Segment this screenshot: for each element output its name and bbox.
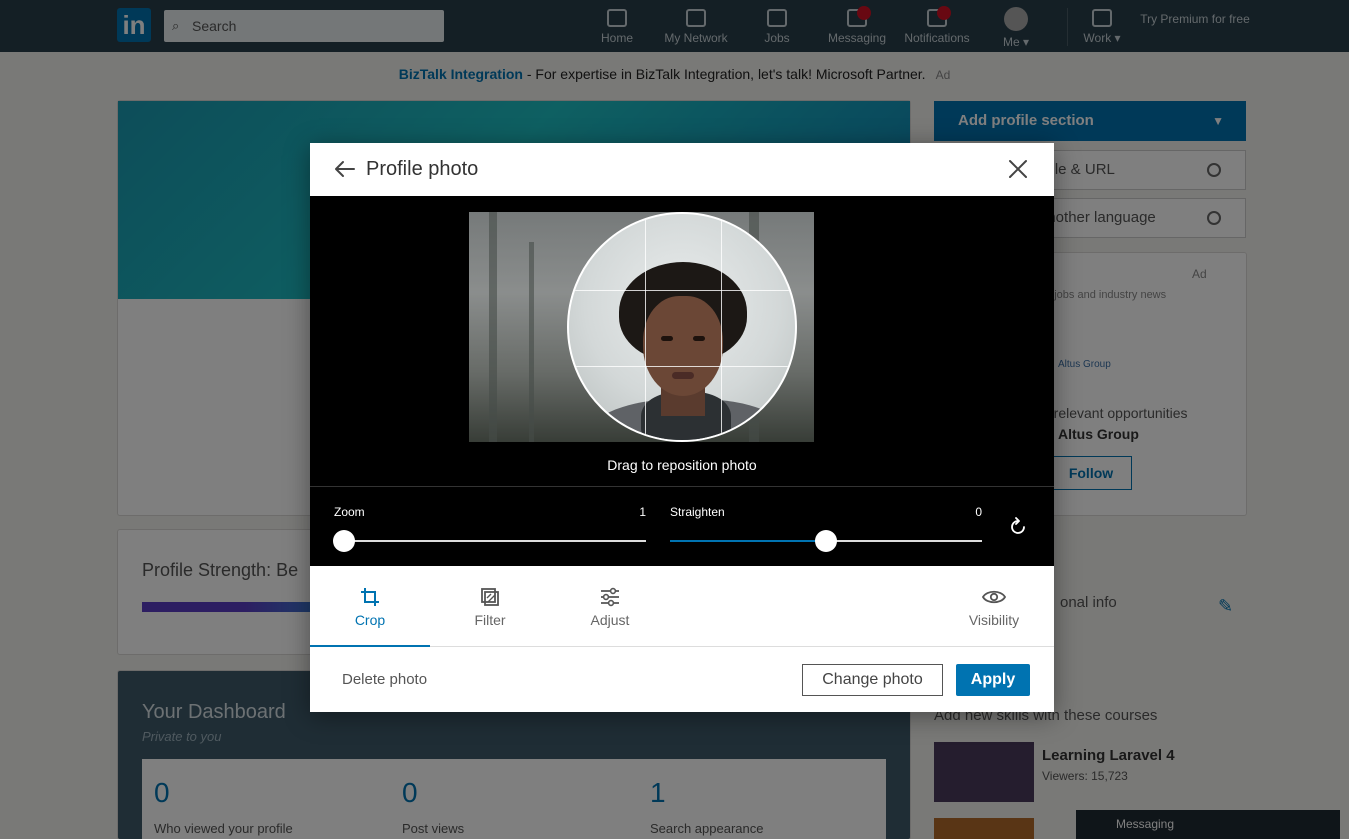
crop-circle[interactable]: [567, 212, 797, 442]
straighten-slider-handle[interactable]: [815, 530, 837, 552]
zoom-value: 1: [639, 505, 646, 519]
delete-photo-button[interactable]: Delete photo: [342, 671, 427, 688]
crop-grid-line: [645, 214, 646, 440]
apply-button[interactable]: Apply: [956, 664, 1030, 696]
eye-icon: [982, 590, 1006, 604]
tab-adjust[interactable]: Adjust: [550, 566, 670, 647]
sliders-icon: [601, 587, 619, 607]
close-icon[interactable]: [1004, 155, 1032, 183]
tab-label: Crop: [354, 612, 386, 628]
straighten-label: Straighten: [670, 505, 725, 519]
crop-grid-line: [721, 214, 722, 440]
photo-eye: [661, 336, 673, 341]
photo-lips: [672, 372, 694, 379]
drag-hint-text: Drag to reposition photo: [607, 457, 757, 473]
tab-label: Adjust: [590, 612, 630, 628]
tab-filter[interactable]: Filter: [430, 566, 550, 647]
crop-icon: [361, 588, 379, 606]
filter-icon: [481, 588, 499, 606]
photo-editor-stage: Drag to reposition photo: [310, 196, 1054, 486]
dialog-header: Profile photo: [310, 143, 1054, 196]
tab-label: Visibility: [968, 612, 1020, 628]
zoom-slider-handle[interactable]: [333, 530, 355, 552]
photo-eye: [693, 336, 705, 341]
dialog-title: Profile photo: [366, 158, 479, 180]
back-arrow-icon[interactable]: [332, 156, 358, 182]
photo-controls: Zoom 1 Straighten 0: [310, 486, 1054, 566]
reset-rotate-icon[interactable]: [1007, 516, 1029, 538]
straighten-value: 0: [975, 505, 982, 519]
crop-grid-line: [569, 290, 795, 291]
profile-photo-canvas[interactable]: [469, 212, 814, 442]
tab-label: Filter: [474, 612, 506, 628]
editor-tabs: Crop Filter Adjust Visibility: [310, 566, 1054, 647]
zoom-slider-track[interactable]: [344, 540, 646, 542]
photo-face: [643, 296, 723, 396]
straighten-slider-fill: [670, 540, 826, 542]
profile-photo-dialog: Profile photo Drag to reposition photo Z…: [310, 143, 1054, 712]
tab-crop[interactable]: Crop: [310, 566, 430, 647]
dialog-footer: Delete photo Change photo Apply: [310, 647, 1054, 712]
change-photo-button[interactable]: Change photo: [802, 664, 943, 696]
zoom-label: Zoom: [334, 505, 365, 519]
tab-visibility[interactable]: Visibility: [934, 566, 1054, 647]
crop-grid-line: [569, 366, 795, 367]
